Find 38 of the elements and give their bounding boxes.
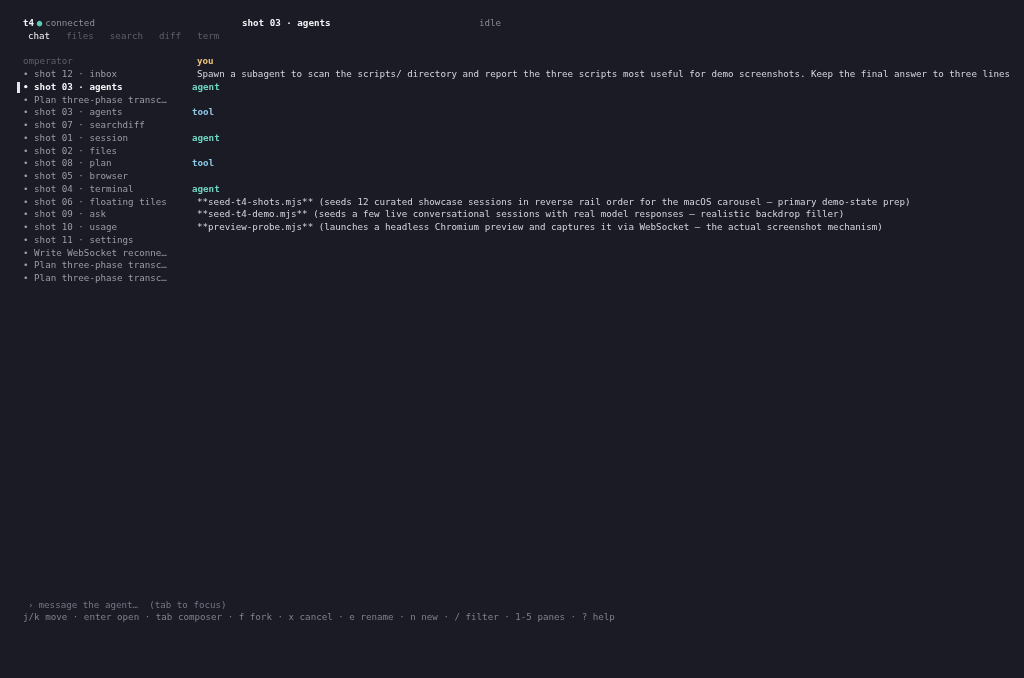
- sidebar-heading: omperator: [23, 55, 74, 68]
- app-name: t4: [23, 17, 35, 28]
- session-item[interactable]: • shot 12 · inbox: [23, 68, 192, 81]
- message-role: you: [196, 55, 215, 68]
- prompt-marker: ›: [28, 598, 34, 612]
- composer-field[interactable]: message the agent… (tab to focus): [38, 598, 259, 612]
- connection-status: connected: [45, 17, 95, 28]
- session-item[interactable]: • shot 05 · browser: [23, 170, 192, 183]
- tab[interactable]: chat: [28, 29, 51, 43]
- status-dot-icon: ●: [36, 17, 43, 28]
- message-text: Spawn a subagent to scan the scripts/ directory and report the three scripts most useful for demo screenshots. Keep the final answer to three lines: [196, 68, 1011, 81]
- session-item[interactable]: • Plan three-phase transc…: [23, 259, 192, 272]
- session-title: shot 03 · agents: [242, 17, 332, 30]
- session-item[interactable]: • shot 02 · files: [23, 144, 192, 158]
- session-item[interactable]: • shot 09 · ask: [23, 208, 192, 221]
- session-item[interactable]: • shot 06 · floating tiles: [23, 195, 192, 209]
- message-text: **preview-probe.mjs** (launches a headless Chromium preview and captures it via WebSocket — the actual screenshot mechanism): [196, 221, 884, 234]
- message-text: **seed-t4-demo.mjs** (seeds a few live conversational sessions with real model responses — realistic backdrop filler): [196, 208, 846, 221]
- session-item[interactable]: • Plan three-phase transc…: [23, 272, 192, 285]
- message-role: agent: [192, 80, 221, 94]
- session-item[interactable]: • shot 01 · session: [23, 131, 192, 145]
- message-role: tool: [192, 157, 216, 170]
- session-item[interactable]: • shot 04 · terminal: [23, 182, 192, 196]
- message-role: agent: [192, 182, 221, 196]
- message-role: agent: [192, 131, 221, 145]
- session-item[interactable]: • Plan three-phase transc…: [23, 93, 192, 107]
- session-item[interactable]: • shot 11 · settings: [23, 233, 192, 247]
- session-item[interactable]: • shot 03 · agents: [23, 106, 192, 119]
- keybinding-hints: j/k move · enter open · tab composer · f fork · x cancel · e rename · n new · / filter · 1-5 panes · ? help: [23, 611, 616, 624]
- session-item[interactable]: • Write WebSocket reconne…: [23, 246, 192, 260]
- selection-marker: [17, 81, 20, 93]
- session-item[interactable]: • shot 08 · plan: [23, 157, 192, 170]
- session-state: idle: [479, 17, 503, 30]
- session-item[interactable]: • shot 03 · agents: [23, 80, 192, 94]
- session-item[interactable]: • shot 10 · usage: [23, 221, 192, 234]
- message-role: tool: [192, 106, 216, 119]
- session-item[interactable]: • shot 07 · searchdiff: [23, 119, 192, 132]
- message-text: **seed-t4-shots.mjs** (seeds 12 curated showcase sessions in reverse rail order for the macOS carousel — primary demo-state prep): [196, 195, 912, 209]
